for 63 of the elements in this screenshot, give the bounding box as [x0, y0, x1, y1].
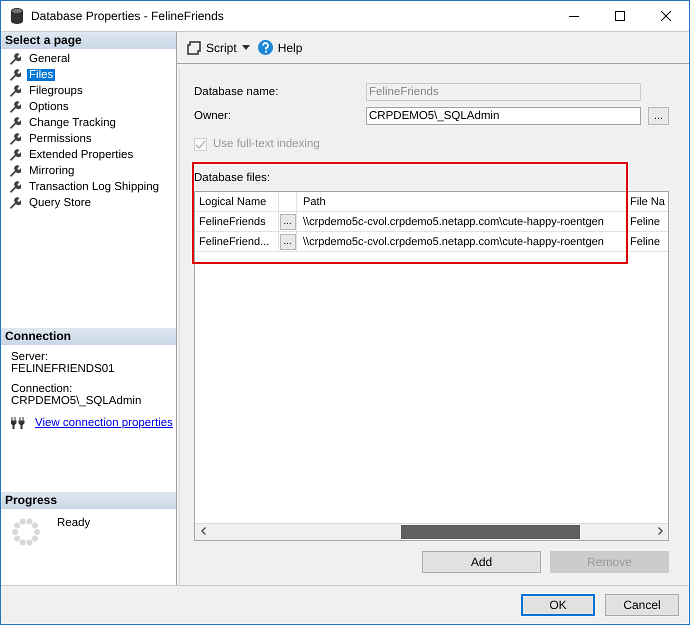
table-cell: Feline — [630, 236, 660, 248]
wrench-icon — [9, 69, 21, 81]
database-icon — [11, 8, 23, 24]
plug-icon — [11, 417, 25, 429]
close-icon[interactable] — [661, 11, 671, 21]
script-button[interactable]: Script — [185, 38, 252, 56]
table-cell: Feline — [630, 216, 660, 228]
page-item[interactable]: Files — [27, 69, 56, 81]
spinner-icon — [11, 517, 41, 547]
table-cell: \\crpdemo5c-cvol.crpdemo5.netapp.com\cute-happy-roentgen — [303, 216, 604, 228]
ok-button[interactable]: OK — [521, 594, 595, 616]
window-title: Database Properties - FelineFriends — [31, 9, 225, 23]
wrench-icon — [9, 181, 21, 193]
add-button[interactable]: Add — [422, 551, 541, 573]
page-item[interactable]: Options — [27, 101, 71, 113]
connection-label: Connection: — [11, 383, 74, 395]
maximize-icon[interactable] — [615, 11, 625, 21]
page-item[interactable]: General — [27, 53, 72, 65]
wrench-icon — [9, 117, 21, 129]
page-item[interactable]: Query Store — [27, 197, 93, 209]
script-icon — [187, 40, 201, 54]
wrench-icon — [9, 85, 21, 97]
help-icon — [258, 40, 273, 55]
page-item[interactable]: Transaction Log Shipping — [27, 181, 161, 193]
wrench-icon — [9, 149, 21, 161]
server-value: FELINEFRIENDS01 — [11, 363, 116, 375]
table-cell: FelineFriend... — [199, 236, 270, 248]
column-header[interactable]: Path — [303, 196, 326, 208]
horizontal-scrollbar[interactable] — [195, 523, 668, 540]
section-header: Connection — [1, 328, 176, 345]
page-item[interactable]: Extended Properties — [27, 149, 136, 161]
wrench-icon — [9, 53, 21, 65]
cancel-button[interactable]: Cancel — [605, 594, 679, 616]
wrench-icon — [9, 197, 21, 209]
caret-icon[interactable] — [242, 45, 250, 50]
column-header[interactable]: Logical Name — [199, 196, 266, 208]
scroll-right-icon[interactable] — [658, 527, 662, 535]
database-files-label: Database files: — [194, 172, 272, 186]
wrench-icon — [9, 101, 21, 113]
browse-button[interactable]: ... — [280, 234, 296, 250]
section-header: Progress — [1, 492, 176, 509]
database-name-label: Database name: — [194, 86, 280, 98]
help-button[interactable]: Help — [256, 38, 304, 57]
page-item[interactable]: Change Tracking — [27, 117, 118, 129]
connection-properties-link[interactable]: View connection properties — [35, 417, 173, 429]
progress-status: Ready — [57, 517, 90, 531]
browse-button[interactable]: ... — [648, 107, 669, 125]
owner-label: Owner: — [194, 110, 232, 122]
column-header[interactable]: File Na — [630, 196, 665, 208]
page-item[interactable]: Mirroring — [27, 165, 76, 177]
table-cell: \\crpdemo5c-cvol.crpdemo5.netapp.com\cute-happy-roentgen — [303, 236, 604, 248]
section-header: Select a page — [1, 32, 176, 49]
owner-field[interactable]: CRPDEMO5\_SQLAdmin — [366, 107, 641, 125]
page-item[interactable]: Filegroups — [27, 85, 85, 97]
table-cell: FelineFriends — [199, 216, 266, 228]
scroll-left-icon[interactable] — [200, 527, 206, 535]
wrench-icon — [9, 165, 21, 177]
server-label: Server: — [11, 351, 50, 363]
wrench-icon — [9, 133, 21, 145]
connection-value: CRPDEMO5\_SQLAdmin — [11, 395, 142, 407]
checkbox-label: Use full-text indexing — [213, 138, 320, 150]
page-item[interactable]: Permissions — [27, 133, 94, 145]
browse-button[interactable]: ... — [280, 214, 296, 230]
